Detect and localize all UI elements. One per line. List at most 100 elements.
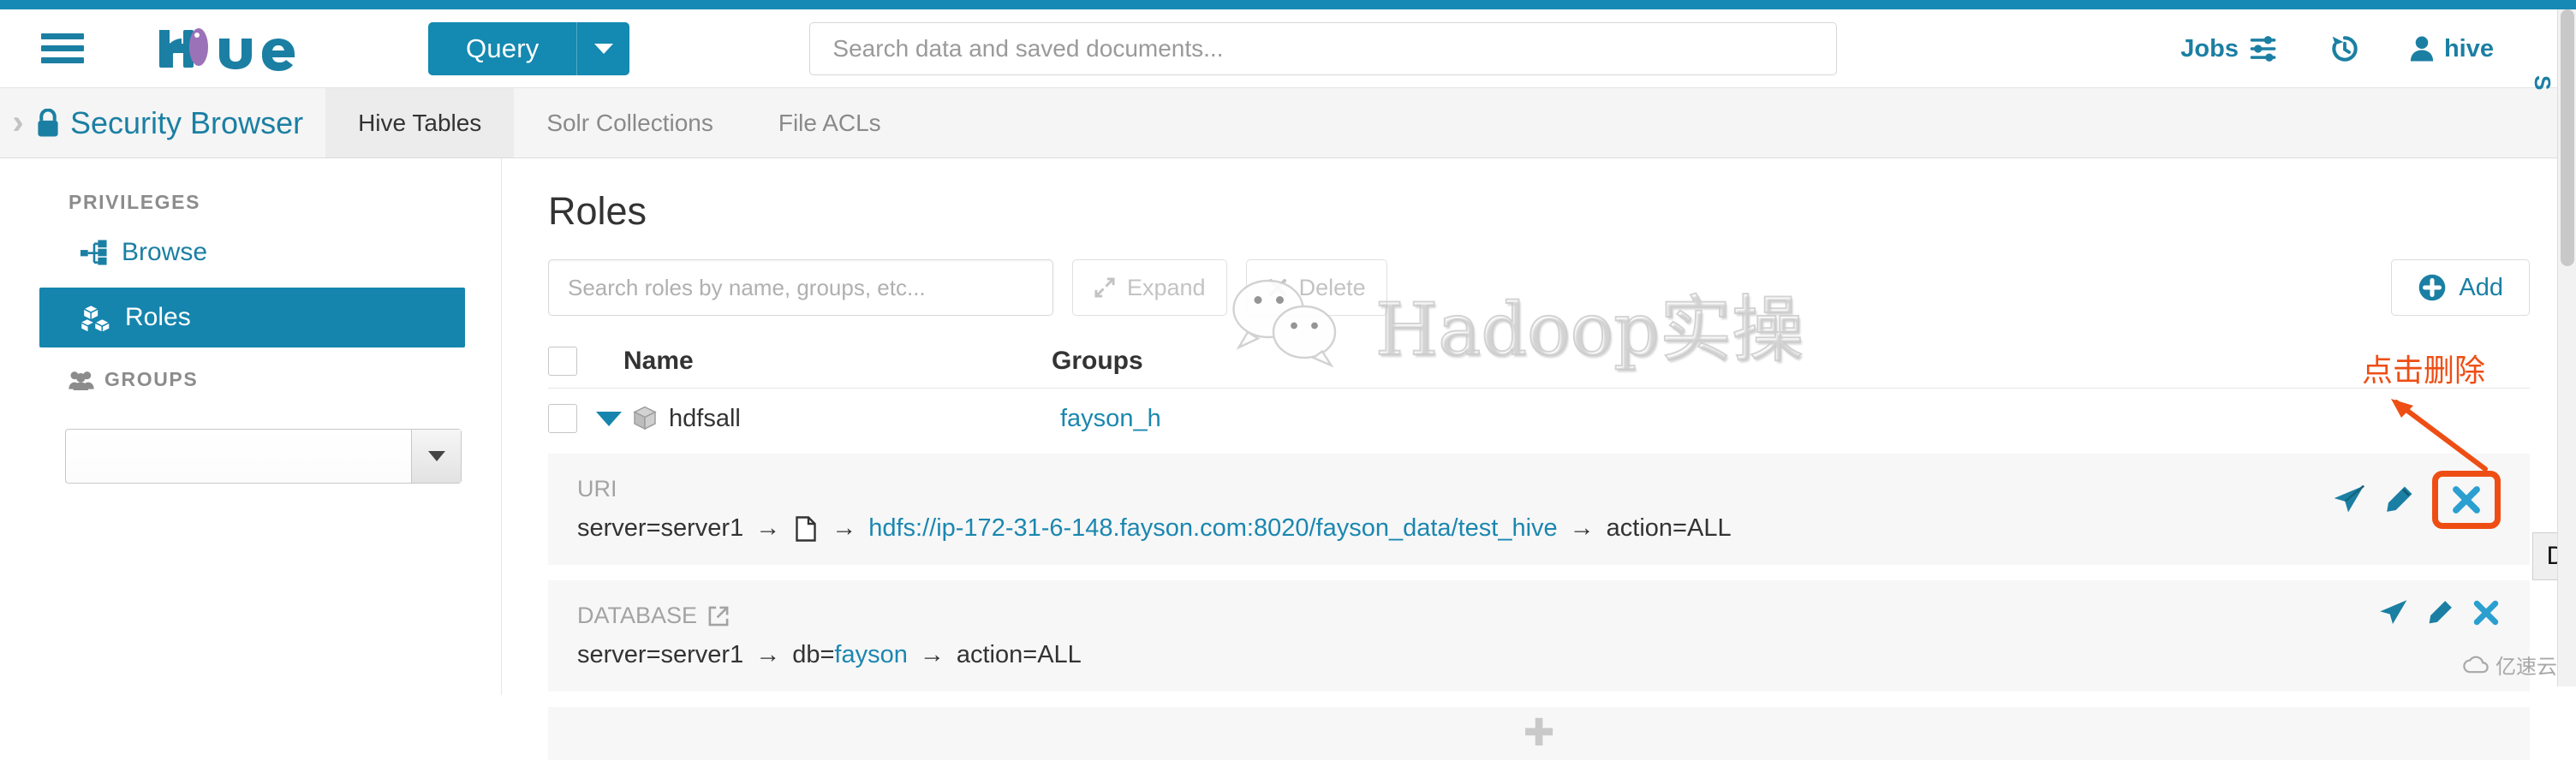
send-icon[interactable] bbox=[2377, 597, 2408, 628]
file-icon bbox=[796, 516, 816, 542]
sidebar-item-browse[interactable]: Browse bbox=[0, 223, 501, 282]
global-search-placeholder: Search data and saved documents... bbox=[832, 35, 1223, 62]
delete-button[interactable]: Delete bbox=[1246, 259, 1387, 316]
chevron-right-icon[interactable]: › bbox=[0, 88, 36, 157]
add-role-button[interactable]: Add bbox=[2391, 259, 2530, 316]
table-row[interactable]: hdfsall fayson_h bbox=[548, 389, 2530, 448]
arrow-glyph: → bbox=[1570, 514, 1595, 543]
query-dropdown-caret-icon[interactable] bbox=[576, 22, 629, 75]
external-link-icon[interactable] bbox=[707, 605, 730, 627]
page-title: Roles bbox=[548, 189, 2530, 234]
privilege-db-link[interactable]: fayson bbox=[834, 641, 907, 669]
plus-circle-icon bbox=[2418, 273, 2447, 302]
plus-icon[interactable]: ✚ bbox=[1524, 715, 1555, 752]
edit-icon[interactable] bbox=[2425, 598, 2454, 627]
caret-down-icon bbox=[428, 451, 445, 461]
privilege-detail-database: server=server1 → db= fayson → action=ALL bbox=[577, 641, 2501, 669]
history-icon bbox=[2329, 33, 2361, 65]
roles-search-input[interactable]: Search roles by name, groups, etc... bbox=[548, 259, 1053, 316]
privilege-type-database: DATABASE bbox=[577, 603, 2501, 629]
hamburger-bar bbox=[41, 45, 84, 51]
privilege-type-uri: URI bbox=[577, 476, 2501, 502]
privilege-detail-uri: server=server1 → → hdfs://ip-172-31-6-14… bbox=[577, 514, 2501, 543]
column-header-name: Name bbox=[623, 347, 1052, 376]
sidebar: PRIVILEGES Browse Roles bbox=[0, 158, 502, 695]
privilege-type-uri-label: URI bbox=[577, 476, 617, 502]
global-search-input[interactable]: Search data and saved documents... bbox=[809, 22, 1837, 75]
lock-icon bbox=[36, 109, 60, 138]
sidebar-header-privileges-label: PRIVILEGES bbox=[69, 191, 200, 214]
annotation-arrow-icon bbox=[2367, 387, 2496, 481]
delete-icon[interactable] bbox=[2450, 484, 2483, 516]
cube-icon bbox=[632, 406, 658, 431]
expand-arrows-icon bbox=[1094, 276, 1116, 299]
row-expand-caret-icon[interactable] bbox=[596, 412, 622, 426]
role-group-link[interactable]: fayson_h bbox=[1060, 405, 1161, 433]
sidebar-header-privileges: PRIVILEGES bbox=[0, 175, 501, 223]
roles-content: Roles Search roles by name, groups, etc.… bbox=[502, 158, 2576, 695]
arrow-glyph: → bbox=[832, 514, 856, 543]
privilege-uri-link[interactable]: hdfs://ip-172-31-6-148.fayson.com:8020/f… bbox=[868, 514, 1557, 543]
scrollbar-thumb[interactable] bbox=[2561, 9, 2574, 266]
role-name-label: hdfsall bbox=[669, 405, 741, 433]
hamburger-menu-icon[interactable] bbox=[41, 27, 84, 69]
sitemap-icon bbox=[80, 240, 108, 265]
user-menu-button[interactable]: hive bbox=[2409, 35, 2494, 63]
privilege-server: server=server1 bbox=[577, 641, 743, 669]
tab-file-acls[interactable]: File ACLs bbox=[746, 88, 914, 157]
user-name-label: hive bbox=[2444, 35, 2494, 63]
hamburger-bar bbox=[41, 33, 84, 39]
app-title-label: Security Browser bbox=[70, 105, 303, 141]
group-filter-select[interactable] bbox=[65, 429, 462, 484]
column-header-groups: Groups bbox=[1052, 347, 1143, 376]
add-role-button-label: Add bbox=[2459, 274, 2503, 302]
jobs-label: Jobs bbox=[2180, 35, 2239, 63]
tab-solr-collections[interactable]: Solr Collections bbox=[514, 88, 746, 157]
privilege-type-database-label: DATABASE bbox=[577, 603, 697, 629]
privilege-row-uri: URI server=server1 → → hdfs://ip-172-31-… bbox=[548, 454, 2530, 565]
arrow-glyph: → bbox=[755, 641, 780, 669]
history-button[interactable] bbox=[2329, 33, 2361, 65]
row-select-checkbox[interactable] bbox=[548, 404, 577, 433]
cubes-icon bbox=[80, 304, 111, 331]
site-mark: 亿速云 bbox=[2463, 650, 2557, 680]
top-accent-strip bbox=[0, 0, 2576, 9]
privilege-server: server=server1 bbox=[577, 514, 743, 543]
select-all-checkbox[interactable] bbox=[548, 347, 577, 376]
page-scrollbar[interactable] bbox=[2557, 9, 2576, 686]
sidebar-item-roles[interactable]: Roles bbox=[39, 288, 465, 347]
annotation-label: 点击删除 bbox=[2362, 346, 2485, 390]
group-filter-caret[interactable] bbox=[411, 430, 461, 483]
delete-button-label: Delete bbox=[1299, 275, 1366, 301]
times-icon bbox=[1267, 277, 1288, 298]
sidebar-item-browse-label: Browse bbox=[122, 238, 207, 267]
add-privilege-row[interactable]: ✚ bbox=[548, 707, 2530, 760]
privilege-action: action=ALL bbox=[1607, 514, 1732, 543]
hue-logo[interactable] bbox=[154, 23, 325, 74]
chevron-down-icon bbox=[594, 44, 613, 54]
privilege-actions-database bbox=[2377, 597, 2501, 628]
app-subnav: › Security Browser Hive Tables Solr Coll… bbox=[0, 88, 2576, 158]
hamburger-bar bbox=[41, 57, 84, 63]
page-body: PRIVILEGES Browse Roles bbox=[0, 158, 2576, 695]
sidebar-item-roles-label: Roles bbox=[125, 303, 191, 332]
privilege-action: action=ALL bbox=[957, 641, 1082, 669]
role-name: hdfsall bbox=[632, 405, 741, 433]
role-name-cell: hdfsall bbox=[632, 405, 1060, 433]
query-button-group[interactable]: Query bbox=[428, 22, 629, 75]
main-navbar: Query Search data and saved documents...… bbox=[0, 9, 2576, 88]
app-title: Security Browser bbox=[36, 88, 325, 157]
jobs-button[interactable]: Jobs bbox=[2180, 35, 2281, 63]
assist-panel-tab[interactable]: S bbox=[2529, 75, 2555, 90]
query-button[interactable]: Query bbox=[428, 22, 576, 75]
tab-hive-tables[interactable]: Hive Tables bbox=[325, 88, 514, 157]
expand-button[interactable]: Expand bbox=[1072, 259, 1227, 316]
roles-table-header: Name Groups bbox=[548, 347, 2530, 389]
edit-icon[interactable] bbox=[2382, 484, 2415, 516]
privilege-row-database: DATABASE server=server1 → db= fayson → a… bbox=[548, 580, 2530, 692]
send-icon[interactable] bbox=[2331, 483, 2365, 517]
users-icon bbox=[69, 370, 94, 390]
group-filter-value bbox=[66, 430, 411, 483]
roles-search-placeholder: Search roles by name, groups, etc... bbox=[568, 275, 926, 301]
delete-icon[interactable] bbox=[2472, 598, 2501, 627]
